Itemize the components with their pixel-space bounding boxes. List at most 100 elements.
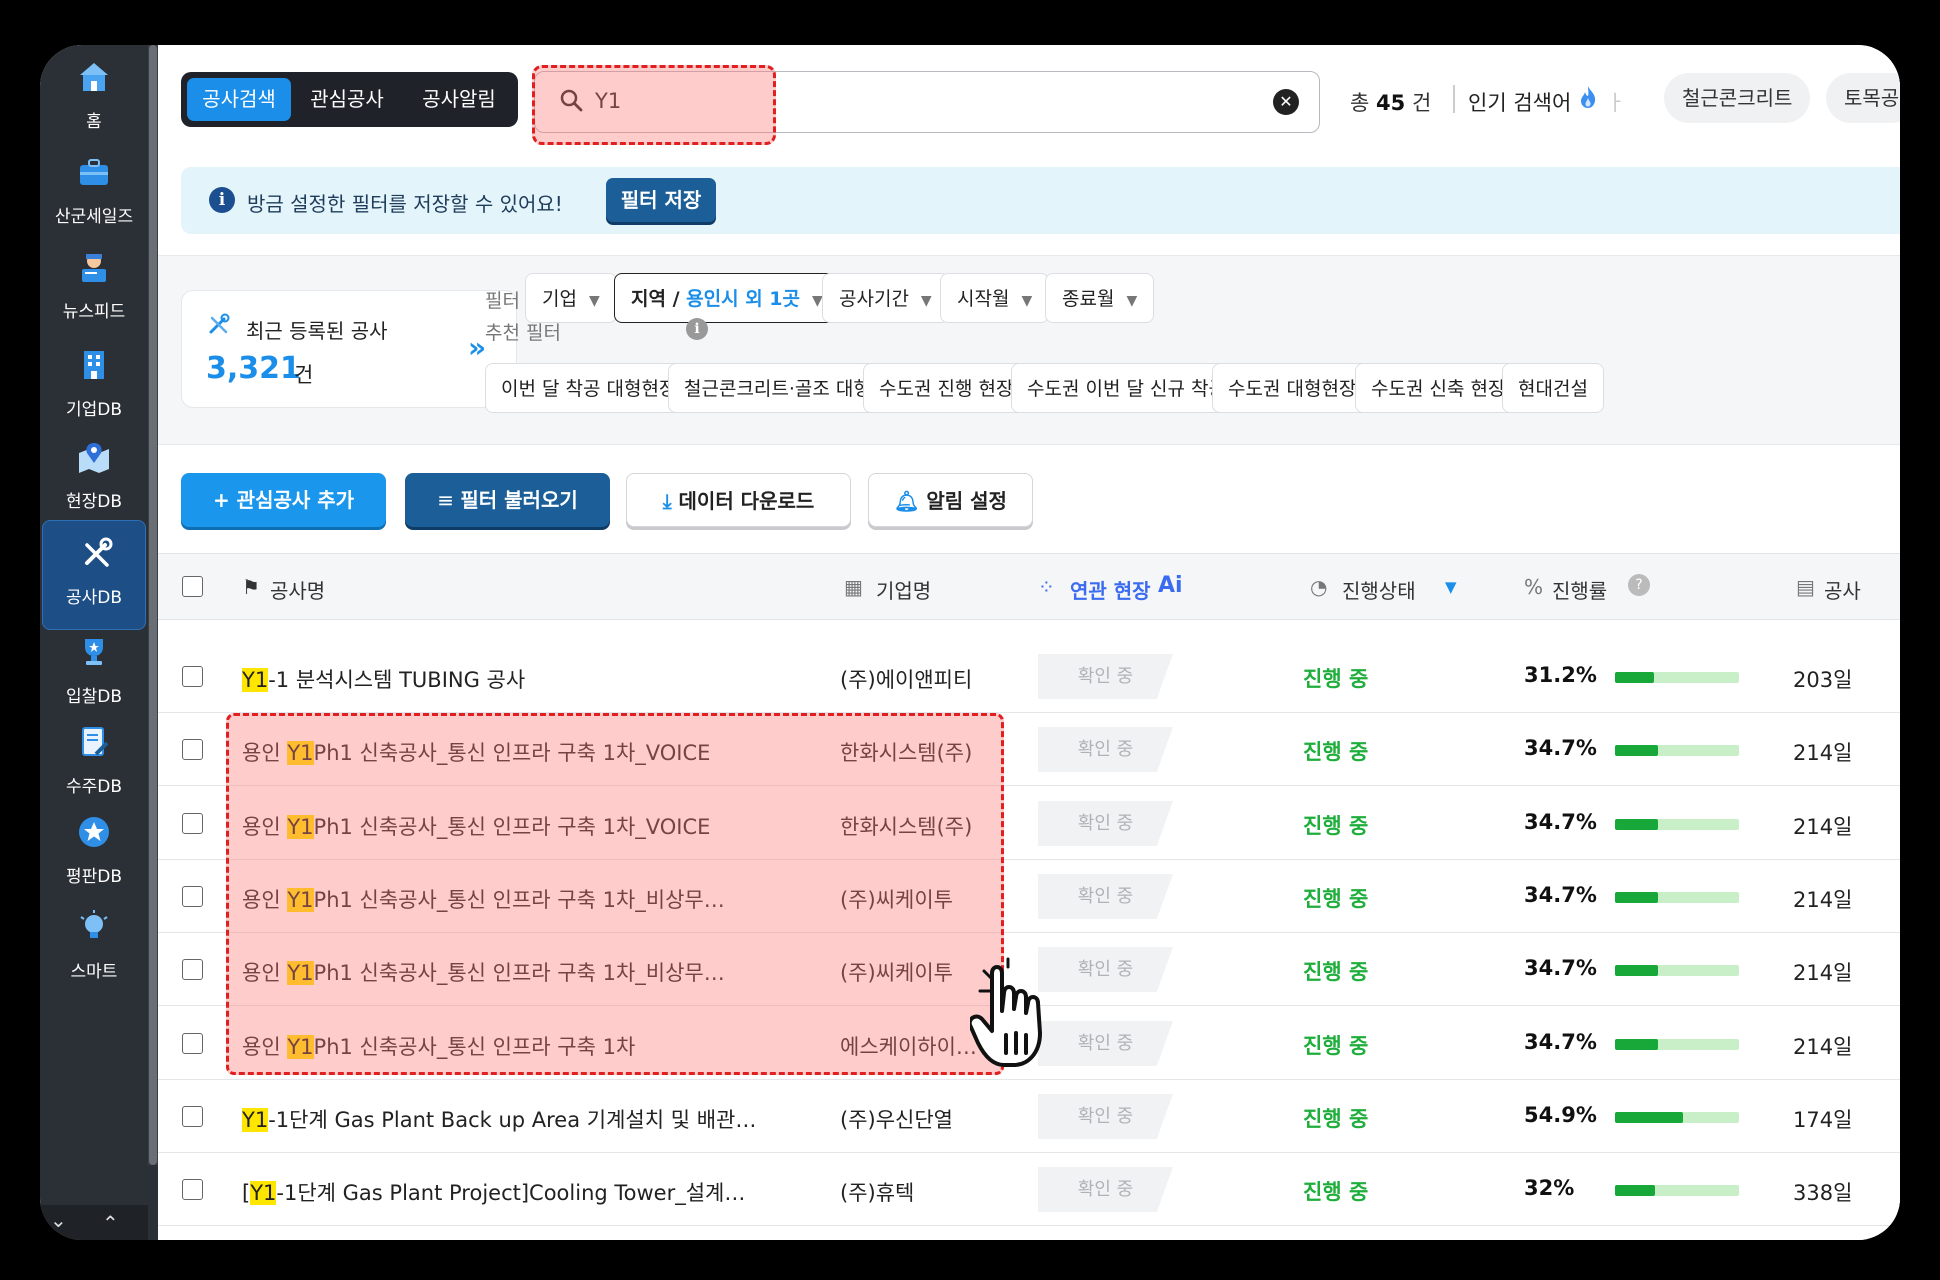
double-chevron-right-icon[interactable]: »	[468, 331, 486, 364]
sidebar-item-newsfeed[interactable]: 뉴스피드	[40, 235, 148, 345]
header-progress[interactable]: 진행률	[1552, 575, 1607, 604]
progress-bar	[1615, 1112, 1739, 1123]
period-days: 214일	[1793, 961, 1853, 985]
device-frame: 홈 산군세일즈 뉴스피드 기업DB 현장DB 공사DB 입찰DB 수주DB 평판…	[0, 0, 1940, 1280]
row-checkbox[interactable]	[182, 1179, 203, 1200]
filter-panel: 최근 등록된 공사 3,321 건 » 필터 기업 ▼ 지역 / 용인시 외 1곳…	[158, 255, 1900, 445]
main-content: 공사검색 관심공사 공사알림 Y1 ✕ 총 45 건 인기 검색어 ㅏ 철근콘크…	[158, 45, 1900, 1240]
sidebar-item-sales[interactable]: 산군세일즈	[40, 140, 148, 250]
progress-bar	[1615, 1039, 1739, 1050]
period-days: 214일	[1793, 815, 1853, 839]
row-checkbox[interactable]	[182, 813, 203, 834]
tab-interest-construction[interactable]: 관심공사	[297, 78, 397, 121]
filter-company-dropdown[interactable]: 기업 ▼	[525, 273, 617, 323]
filter-label: 필터	[485, 290, 520, 312]
filter-period-dropdown[interactable]: 공사기간 ▼	[822, 273, 949, 323]
add-interest-button[interactable]: + 관심공사 추가	[181, 473, 386, 527]
period-days: 174일	[1793, 1108, 1853, 1132]
header-status[interactable]: 진행상태	[1342, 575, 1416, 604]
star-badge-icon	[76, 814, 112, 850]
sidebar-item-construction-db[interactable]: 공사DB	[42, 520, 146, 630]
status-text: 진행 중	[1303, 667, 1369, 691]
header-name[interactable]: 공사명	[270, 575, 325, 604]
banner-text: 방금 설정한 필터를 저장할 수 있어요!	[247, 192, 563, 216]
alert-settings-button[interactable]: 🔔︎ 알림 설정	[868, 473, 1033, 527]
lightbulb-icon	[76, 909, 112, 945]
sidebar-item-label: 스마트	[70, 962, 118, 982]
company-name[interactable]: (주)휴텍	[840, 1177, 990, 1207]
related-site-badge: 확인 중	[1038, 727, 1173, 772]
popular-keyword-chip[interactable]: 철근콘크리트	[1664, 73, 1811, 123]
sidebar-item-home[interactable]: 홈	[40, 45, 148, 155]
recommend-filter-chip[interactable]: 수도권 대형현장	[1212, 363, 1373, 413]
app-screen: 홈 산군세일즈 뉴스피드 기업DB 현장DB 공사DB 입찰DB 수주DB 평판…	[40, 45, 1900, 1240]
clear-search-icon[interactable]: ✕	[1273, 89, 1299, 115]
tab-construction-search[interactable]: 공사검색	[187, 78, 291, 121]
related-site-badge: 확인 중	[1038, 801, 1173, 846]
table-row[interactable]: [Y1-1단계 Gas Plant Project]Cooling Tower_…	[158, 1153, 1900, 1226]
construction-name[interactable]: Y1-1 분석시스템 TUBING 공사	[242, 664, 762, 694]
info-icon: i	[209, 187, 235, 213]
progress-percent: 54.9%	[1524, 1103, 1597, 1127]
download-data-button[interactable]: ⤓ 데이터 다운로드	[626, 473, 851, 527]
row-checkbox[interactable]	[182, 959, 203, 980]
filter-start-month-dropdown[interactable]: 시작월 ▼	[940, 273, 1050, 323]
sidebar-item-site-db[interactable]: 현장DB	[40, 425, 148, 535]
recommend-filter-chip[interactable]: 수도권 이번 달 신규 착공	[1011, 363, 1242, 413]
sidebar-item-label: 기업DB	[65, 400, 123, 420]
filter-region-dropdown[interactable]: 지역 / 용인시 외 1곳 ▼	[614, 273, 840, 323]
construction-name[interactable]: [Y1-1단계 Gas Plant Project]Cooling Tower_…	[242, 1177, 762, 1207]
recommend-filter-chip[interactable]: 수도권 진행 현장	[863, 363, 1030, 413]
sidebar-item-label: 평판DB	[65, 867, 123, 887]
tab-switcher: 공사검색 관심공사 공사알림	[181, 72, 518, 127]
sidebar-item-label: 뉴스피드	[62, 302, 126, 322]
action-bar: + 관심공사 추가 ≡ 필터 불러오기 ⤓ 데이터 다운로드 🔔︎ 알림 설정	[158, 465, 1900, 535]
sidebar-item-reputation-db[interactable]: 평판DB	[40, 800, 148, 910]
save-filter-button[interactable]: 필터 저장	[606, 178, 716, 222]
map-pin-icon	[76, 439, 112, 475]
recent-count: 3,321	[206, 351, 301, 386]
help-icon[interactable]: ?	[1628, 574, 1650, 596]
recommend-filter-chip[interactable]: 철근콘크리트·골조 대형	[668, 363, 887, 413]
tab-construction-alerts[interactable]: 공사알림	[407, 78, 511, 121]
header-company[interactable]: 기업명	[876, 575, 931, 604]
sidebar-scrollbar[interactable]	[148, 45, 158, 1165]
sort-down-icon[interactable]: ▼	[1445, 578, 1457, 596]
row-checkbox[interactable]	[182, 1106, 203, 1127]
progress-percent: 31.2%	[1524, 663, 1597, 687]
row-checkbox[interactable]	[182, 1033, 203, 1054]
company-name[interactable]: (주)우신단열	[840, 1104, 990, 1134]
sidebar-item-label: 입찰DB	[65, 687, 123, 707]
sidebar-item-smart[interactable]: 스마트	[40, 895, 148, 1005]
progress-bar-fill	[1615, 1185, 1655, 1196]
recommend-filter-chip[interactable]: 현대건설	[1502, 363, 1604, 413]
popular-keyword-ticker: ㅏ	[1606, 91, 1626, 115]
chevron-down-icon[interactable]: ⌄	[50, 1208, 67, 1232]
filter-end-month-dropdown[interactable]: 종료월 ▼	[1045, 273, 1155, 323]
network-icon: ⁘	[1038, 575, 1055, 599]
table-row[interactable]: Y1-1 분석시스템 TUBING 공사 (주)에이앤피티 확인 중 진행 중 31.2…	[158, 640, 1900, 713]
period-days: 214일	[1793, 888, 1853, 912]
construction-name[interactable]: Y1-1단계 Gas Plant Back up Area 기계설치 및 배관…	[242, 1104, 762, 1134]
recommend-filter-chip[interactable]: 수도권 신축 현장	[1355, 363, 1522, 413]
row-checkbox[interactable]	[182, 886, 203, 907]
info-icon[interactable]: i	[686, 318, 708, 340]
recent-title: 최근 등록된 공사	[246, 319, 388, 343]
progress-percent: 34.7%	[1524, 736, 1597, 760]
chevron-down-icon: ▼	[920, 293, 932, 309]
load-filter-button[interactable]: ≡ 필터 불러오기	[405, 473, 610, 527]
table-row[interactable]: Y1-1단계 Gas Plant Back up Area 기계설치 및 배관……	[158, 1080, 1900, 1153]
header-related[interactable]: 연관 현장	[1070, 575, 1151, 604]
recent-construction-card[interactable]: 최근 등록된 공사 3,321 건 »	[181, 290, 517, 408]
progress-bar	[1615, 819, 1739, 830]
related-site-badge: 확인 중	[1038, 874, 1173, 919]
row-checkbox[interactable]	[182, 739, 203, 760]
header-period[interactable]: 공사	[1824, 575, 1861, 604]
popular-keyword-chip[interactable]: 토목공	[1826, 73, 1900, 123]
row-checkbox[interactable]	[182, 666, 203, 687]
recommend-filter-chip[interactable]: 이번 달 착공 대형현장	[485, 363, 693, 413]
header-related-ai: Ai	[1158, 573, 1183, 598]
chevron-up-icon[interactable]: ⌃	[102, 1211, 119, 1235]
company-name[interactable]: (주)에이앤피티	[840, 664, 990, 694]
select-all-checkbox[interactable]	[182, 576, 203, 597]
